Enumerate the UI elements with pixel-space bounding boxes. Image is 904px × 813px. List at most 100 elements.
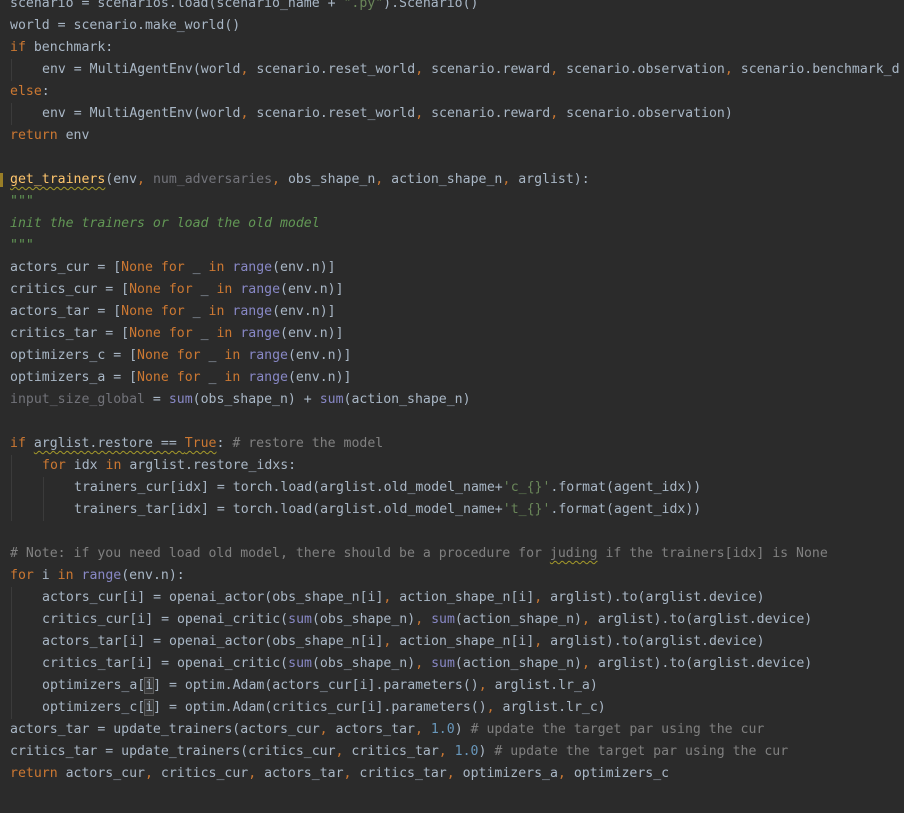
code-token: (action_shape_n) — [454, 656, 582, 671]
code-token: , — [415, 62, 424, 77]
code-token: env = MultiAgentEnv(world — [42, 106, 241, 121]
indent-guide — [11, 103, 12, 125]
code-line[interactable]: actors_cur = [None for _ in range(env.n)… — [10, 257, 336, 279]
code-token: actors_tar — [327, 722, 415, 737]
code-token: in — [216, 326, 233, 341]
code-line[interactable]: env = MultiAgentEnv(world, scenario.rese… — [42, 103, 733, 125]
code-token: critics_tar = [ — [10, 326, 130, 341]
code-line[interactable]: actors_tar = [None for _ in range(env.n)… — [10, 301, 336, 323]
code-token: (obs_shape_n) — [311, 656, 416, 671]
code-token: critics_cur — [152, 766, 249, 781]
code-line[interactable]: trainers_tar[idx] = torch.load(arglist.o… — [74, 499, 701, 521]
indent-guide — [11, 455, 12, 477]
code-token: optimizers_c = [ — [10, 348, 138, 363]
code-token: # update the target par using the cur — [486, 744, 789, 759]
code-line[interactable]: if arglist.restore == True: # restore th… — [10, 433, 383, 455]
code-token: (env.n)] — [272, 260, 336, 275]
code-line[interactable]: world = scenario.make_world() — [10, 15, 240, 37]
code-line[interactable]: critics_tar = update_trainers(critics_cu… — [10, 741, 788, 763]
code-line[interactable]: actors_tar = update_trainers(actors_cur,… — [10, 719, 764, 741]
code-token: i — [33, 568, 58, 583]
code-token: 1.0 — [454, 744, 479, 759]
code-line[interactable]: for i in range(env.n): — [10, 565, 185, 587]
code-token: , — [415, 106, 424, 121]
code-line[interactable]: if benchmark: — [10, 37, 113, 59]
indent-guide — [11, 609, 12, 631]
code-token: # Note: if you need load old model, ther… — [10, 546, 550, 561]
code-token: sum — [431, 656, 455, 671]
code-token: scenario.observation) — [558, 106, 733, 121]
code-line[interactable]: actors_tar[i] = openai_actor(obs_shape_n… — [42, 631, 765, 653]
code-token: in — [216, 282, 233, 297]
indent-guide — [11, 477, 12, 499]
code-line[interactable]: critics_cur[i] = openai_critic(sum(obs_s… — [42, 609, 812, 631]
code-token: else — [10, 84, 42, 99]
code-token: critics_cur[i] = openai_critic( — [42, 612, 289, 627]
code-token: action_shape_n — [383, 172, 503, 187]
code-token: arglist.lr_c) — [494, 700, 606, 715]
code-line[interactable]: input_size_global = sum(obs_shape_n) + s… — [10, 389, 471, 411]
code-token: action_shape_n[i] — [391, 634, 535, 649]
code-line[interactable]: init the trainers or load the old model — [10, 213, 320, 235]
code-token: , — [724, 62, 733, 77]
code-token: scenario.benchmark_d — [732, 62, 900, 77]
code-token: _ — [192, 282, 217, 297]
code-token: if — [10, 436, 26, 451]
code-token: _ — [184, 304, 209, 319]
code-editor[interactable]: scenario = scenarios.load(scenario_name … — [0, 0, 904, 813]
code-token: 'c_{}' — [502, 480, 551, 495]
code-line[interactable]: optimizers_c[i] = optim.Adam(critics_cur… — [42, 697, 606, 719]
code-token: .format(agent_idx)) — [550, 502, 702, 517]
indent-guide — [11, 631, 12, 653]
code-token: actors_tar = update_trainers(actors_cur — [10, 722, 320, 737]
code-line[interactable]: optimizers_a = [None for _ in range(env.… — [10, 367, 352, 389]
code-line[interactable]: actors_cur[i] = openai_actor(obs_shape_n… — [42, 587, 765, 609]
code-token: scenario.reward — [423, 62, 551, 77]
code-line[interactable]: critics_tar[i] = openai_critic(sum(obs_s… — [42, 653, 812, 675]
code-token: , — [415, 656, 424, 671]
code-token: actors_cur[i] = openai_actor(obs_shape_n… — [42, 590, 384, 605]
code-line[interactable]: scenario = scenarios.load(scenario_name … — [10, 0, 478, 15]
code-line[interactable]: critics_tar = [None for _ in range(env.n… — [10, 323, 344, 345]
code-line[interactable]: optimizers_c = [None for _ in range(env.… — [10, 345, 352, 367]
code-token: arglist.restore == — [33, 436, 185, 451]
code-token: scenario = scenarios.load(scenario_name … — [10, 0, 344, 11]
code-token: actors_cur = [ — [10, 260, 122, 275]
code-line[interactable]: env = MultiAgentEnv(world, scenario.rese… — [42, 59, 900, 81]
code-token: return — [10, 128, 58, 143]
code-token: optimizers_c — [565, 766, 670, 781]
code-token: (obs_shape_n) + — [192, 392, 320, 407]
code-token: """ — [10, 194, 34, 209]
gutter-warning-marker — [0, 173, 3, 187]
code-line[interactable]: get_trainers(env, num_adversaries, obs_s… — [10, 169, 590, 191]
code-token: sum — [288, 656, 312, 671]
code-line[interactable]: trainers_cur[idx] = torch.load(arglist.o… — [74, 477, 701, 499]
code-token: , — [414, 722, 423, 737]
code-token: optimizers_a[ — [42, 678, 146, 693]
code-token: (env — [105, 172, 138, 187]
code-line[interactable]: critics_cur = [None for _ in range(env.n… — [10, 279, 344, 301]
code-line[interactable]: """ — [10, 191, 34, 213]
code-token: : — [41, 84, 50, 99]
code-line[interactable]: # Note: if you need load old model, ther… — [10, 543, 828, 565]
code-line[interactable]: else: — [10, 81, 50, 103]
code-token: # restore the model — [224, 436, 384, 451]
code-token: range — [240, 282, 281, 297]
code-line[interactable]: return actors_cur, critics_cur, actors_t… — [10, 763, 669, 785]
code-token: env = MultiAgentEnv(world — [42, 62, 241, 77]
code-token: , — [415, 612, 424, 627]
code-token: optimizers_c[ — [42, 700, 146, 715]
code-token: ] = optim.Adam(critics_cur[i].parameters… — [153, 700, 487, 715]
code-token: , — [319, 722, 328, 737]
code-token: , — [486, 700, 495, 715]
indent-guide — [43, 477, 44, 499]
code-line[interactable]: optimizers_a[i] = optim.Adam(actors_cur[… — [42, 675, 598, 697]
code-line[interactable]: for idx in arglist.restore_idxs: — [42, 455, 296, 477]
code-line[interactable]: return env — [10, 125, 89, 147]
code-token: input_size_global — [10, 392, 145, 407]
code-line[interactable]: """ — [10, 235, 34, 257]
